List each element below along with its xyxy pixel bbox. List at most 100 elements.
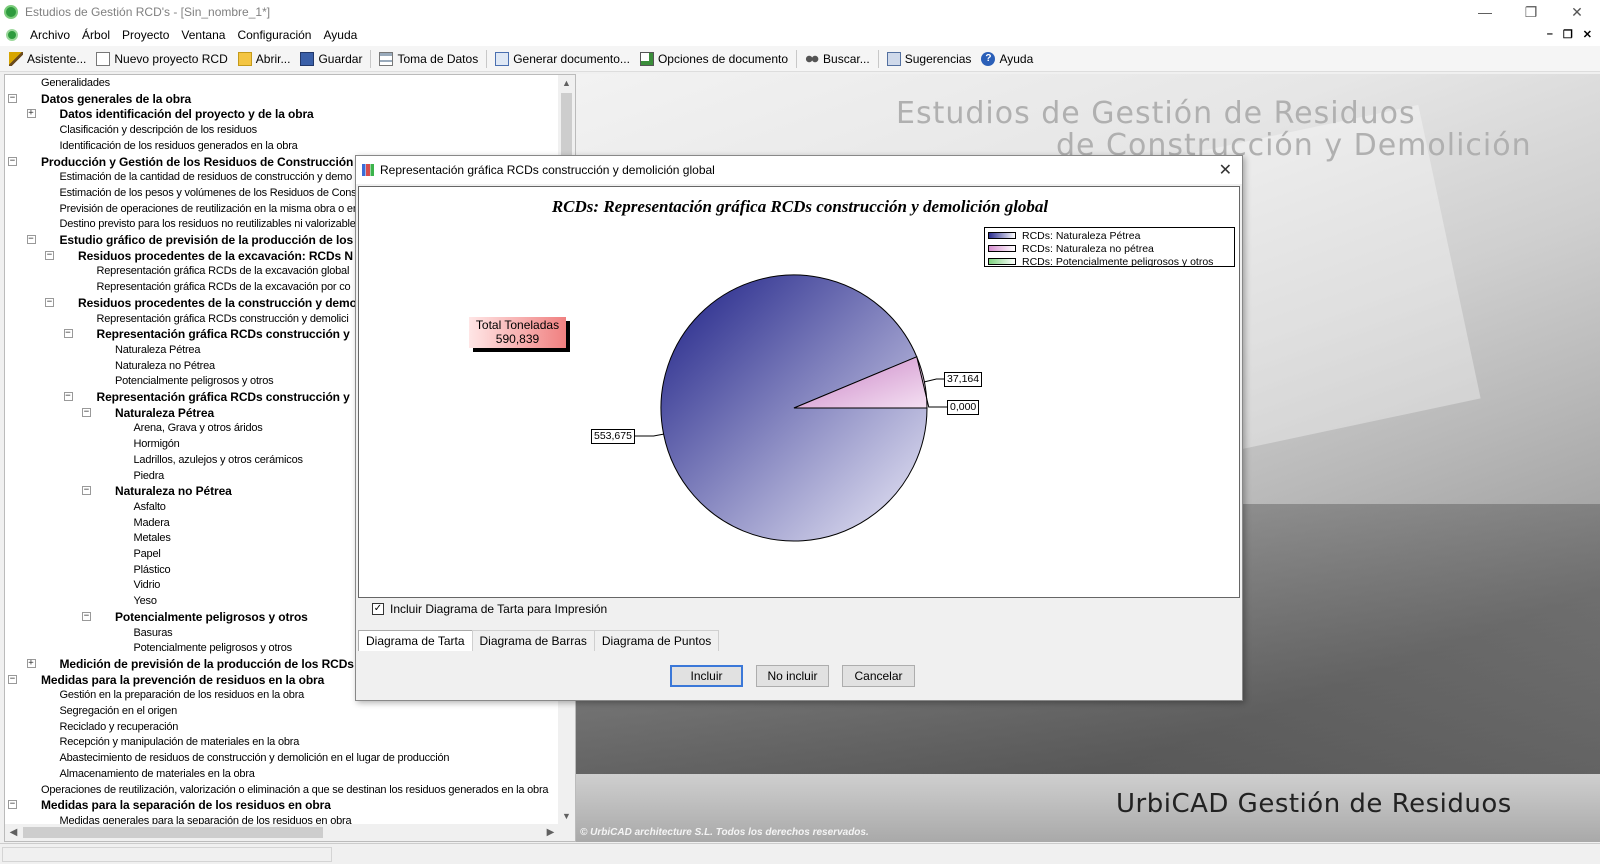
guardar-button[interactable]: Guardar [295,48,367,70]
tree-expander-icon[interactable]: − [82,486,91,496]
asistente-button[interactable]: Asistente... [4,48,91,70]
close-window-button[interactable]: ✕ [1554,0,1600,24]
tree-item[interactable]: Estudio gráfico de previsión de la produ… [60,232,354,248]
minimize-button[interactable]: — [1462,0,1508,24]
menu-ventana[interactable]: Ventana [175,28,231,42]
tree-item[interactable]: Plástico [134,562,171,578]
tree-expander-icon[interactable]: + [26,109,36,119]
tree-expander-icon[interactable]: + [26,658,36,668]
tree-item[interactable]: Generalidades [41,75,110,91]
menu-configuracion[interactable]: Configuración [231,28,317,42]
tree-expander-icon[interactable]: − [82,407,91,417]
tree-item[interactable]: Abastecimiento de residuos de construcci… [60,750,450,766]
tree-item[interactable]: Naturaleza Pétrea [115,342,200,358]
tree-item[interactable]: Vidrio [134,577,161,593]
cancel-button[interactable]: Cancelar [842,665,915,687]
mdi-restore-button[interactable]: ❐ [1563,28,1573,41]
tree-item[interactable]: Datos generales de la obra [41,91,191,107]
tree-item[interactable]: Naturaleza Pétrea [115,405,214,421]
tree-item[interactable]: Representación gráfica RCDs construcción… [97,389,350,405]
tree-item[interactable]: Madera [134,515,170,531]
restore-button[interactable]: ❐ [1508,0,1554,24]
tree-expander-icon[interactable]: − [82,611,91,621]
sugerencias-label: Sugerencias [904,51,972,66]
tree-horizontal-scrollbar[interactable]: ◀ ▶ [5,824,575,841]
sugerencias-button[interactable]: Sugerencias [882,48,977,70]
include-button[interactable]: Incluir [670,665,743,687]
print-pie-checkbox-row[interactable]: ✓ Incluir Diagrama de Tarta para Impresi… [372,602,607,616]
tab-diagrama-tarta[interactable]: Diagrama de Tarta [358,630,473,651]
tree-item[interactable]: Segregación en el origen [60,703,178,719]
tree-item[interactable]: Basuras [134,625,173,641]
tree-item[interactable]: Potencialmente peligrosos y otros [115,609,308,625]
tree-item[interactable]: Piedra [134,468,165,484]
tree-item[interactable]: Datos identificación del proyecto y de l… [60,106,314,122]
tree-item[interactable]: Almacenamiento de materiales en la obra [60,766,255,782]
tree-item[interactable]: Producción y Gestión de los Residuos de … [41,154,353,170]
tree-expander-icon[interactable]: − [63,329,73,339]
tree-item[interactable]: Ladrillos, azulejos y otros cerámicos [134,452,303,468]
buscar-button[interactable]: Buscar... [800,48,875,70]
tree-item[interactable]: Potencialmente peligrosos y otros [115,373,274,389]
tab-diagrama-puntos[interactable]: Diagrama de Puntos [593,630,720,651]
tree-item[interactable]: Operaciones de reutilización, valorizaci… [41,782,549,798]
menu-ayuda[interactable]: Ayuda [317,28,363,42]
tree-item[interactable]: Naturaleza no Pétrea [115,483,232,499]
tree-expander-icon[interactable]: − [45,297,54,307]
scroll-up-arrow-icon[interactable]: ▲ [558,75,575,92]
tree-item[interactable]: Representación gráfica RCDs construcción… [97,326,350,342]
tree-item[interactable]: Representación gráfica RCDs de la excava… [97,279,351,295]
menu-arbol[interactable]: Árbol [76,28,116,42]
tree-item[interactable]: Recepción y manipulación de materiales e… [60,734,300,750]
tree-expander-icon[interactable]: − [8,674,17,684]
tree-item[interactable]: Papel [134,546,161,562]
opciones-documento-button[interactable]: Opciones de documento [635,48,793,70]
tree-item[interactable]: Residuos procedentes de la construcción … [78,295,357,311]
tree-item[interactable]: Naturaleza no Pétrea [115,358,215,374]
tab-diagrama-barras[interactable]: Diagrama de Barras [471,630,595,651]
toma-datos-button[interactable]: Toma de Datos [374,48,483,70]
tree-expander-icon[interactable]: − [45,250,54,260]
tree-expander-icon[interactable]: − [63,392,73,401]
tree-item[interactable]: Residuos procedentes de la excavación: R… [78,248,353,264]
tree-item[interactable]: Medición de previsión de la producción d… [60,656,354,672]
tree-expander-icon[interactable]: − [8,800,17,810]
tree-item[interactable]: Asfalto [134,499,166,515]
tree-item[interactable]: Medidas para la prevención de residuos e… [41,672,324,688]
tree-item[interactable]: Representación gráfica RCDs de la excava… [97,263,350,279]
generar-documento-button[interactable]: Generar documento... [490,48,635,70]
mdi-close-button[interactable]: ✕ [1583,28,1592,41]
tree-item[interactable]: Gestión en la preparación de los residuo… [60,687,305,703]
tree-item[interactable]: Potencialmente peligrosos y otros [134,640,293,656]
tree-item[interactable]: Clasificación y descripción de los resid… [60,122,258,138]
tree-item[interactable]: Identificación de los residuos generados… [60,138,298,154]
tree-expander-icon[interactable]: − [8,156,17,166]
tree-item[interactable]: Hormigón [134,436,180,452]
tree-item[interactable]: Reciclado y recuperación [60,719,179,735]
abrir-button[interactable]: Abrir... [233,48,296,70]
tree-item[interactable]: Destino previsto para los residuos no re… [60,216,356,232]
tree-item[interactable]: Estimación de la cantidad de residuos de… [60,169,353,185]
menu-archivo[interactable]: Archivo [24,28,76,42]
tree-item[interactable]: Medidas para la separación de los residu… [41,797,331,813]
dialog-close-button[interactable]: ✕ [1219,160,1232,180]
no-include-button[interactable]: No incluir [756,665,829,687]
hscroll-thumb[interactable] [23,827,323,838]
tree-item[interactable]: Representación gráfica RCDs construcción… [97,311,349,327]
ayuda-button[interactable]: ? Ayuda [976,48,1038,70]
tree-item[interactable]: Previsión de operaciones de reutilizació… [60,201,359,217]
tree-expander-icon[interactable]: − [26,235,36,244]
tree-expander-icon[interactable]: − [8,93,17,103]
mdi-minimize-button[interactable]: – [1547,28,1553,41]
tree-item[interactable]: Estimación de los pesos y volúmenes de l… [60,185,357,201]
scroll-down-arrow-icon[interactable]: ▼ [558,808,575,825]
document-system-icon[interactable] [6,29,18,41]
tree-item[interactable]: Arena, Grava y otros áridos [134,420,263,436]
scroll-left-arrow-icon[interactable]: ◀ [5,824,22,841]
tree-item[interactable]: Metales [134,530,171,546]
print-pie-checkbox[interactable]: ✓ [372,603,384,615]
scroll-right-arrow-icon[interactable]: ▶ [542,824,559,841]
nuevo-proyecto-button[interactable]: Nuevo proyecto RCD [91,48,232,70]
tree-item[interactable]: Yeso [134,593,157,609]
menu-proyecto[interactable]: Proyecto [116,28,175,42]
